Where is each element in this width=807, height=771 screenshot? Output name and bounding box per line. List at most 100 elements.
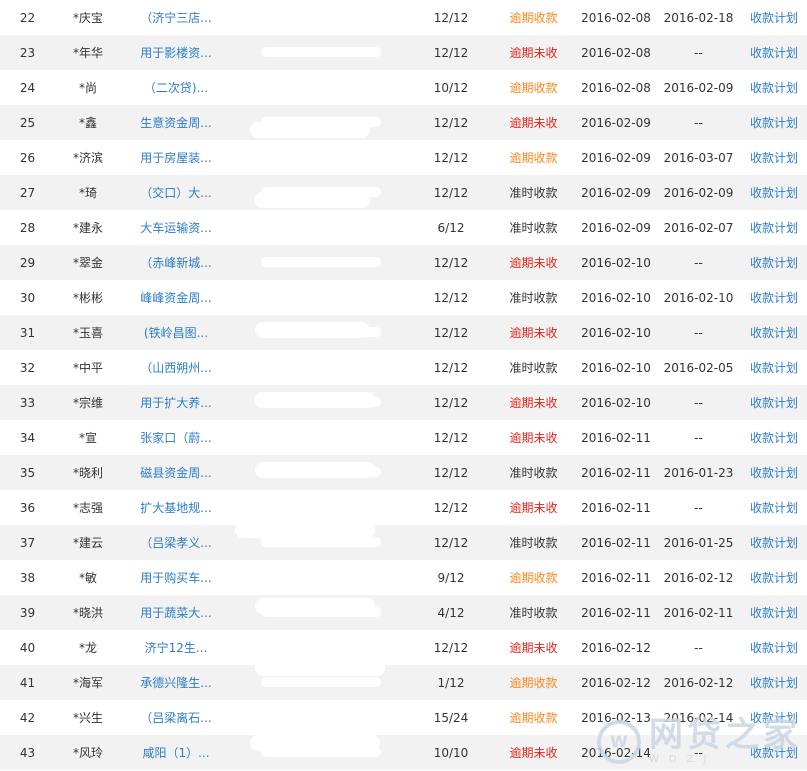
loan-purpose-link[interactable]: 用于影楼资... (140, 46, 211, 60)
due-date: 2016-02-11 (581, 570, 651, 585)
table-row: 27 *琦 （交口）大... 12/12 准时收款 2016-02-09 2016-02-0… (0, 175, 807, 210)
status: 逾期未收 (509, 396, 558, 410)
loan-purpose-cell: （交口）大... (121, 175, 231, 210)
due-date: 2016-02-10 (581, 290, 651, 305)
status: 逾期收款 (509, 81, 558, 95)
status: 逾期未收 (509, 326, 558, 340)
repayment-plan-link[interactable]: 收款计划 (750, 606, 798, 620)
period: 1/12 (437, 675, 465, 690)
loan-purpose-link[interactable]: 用于购买车... (140, 571, 211, 585)
loan-purpose-link[interactable]: 济宁12生... (145, 641, 208, 655)
period: 12/12 (433, 45, 469, 60)
table-row: 39 *晓洪 用于蔬菜大... 4/12 准时收款 2016-02-11 2016-02-1… (0, 595, 807, 630)
redaction (261, 361, 381, 372)
repayment-plan-link[interactable]: 收款计划 (750, 431, 798, 445)
loan-purpose-link[interactable]: 生意资金周... (140, 116, 211, 130)
loan-purpose-link[interactable]: 磁县资金周... (140, 466, 211, 480)
repayment-table: 22 *庆宝 （济宁三店... 12/12 逾期收款 2016-02-08 2016-02-… (0, 0, 807, 770)
repayment-plan-link[interactable]: 收款计划 (750, 466, 798, 480)
repayment-plan-link[interactable]: 收款计划 (750, 11, 798, 25)
loan-purpose-link[interactable]: 峰峰资金周... (140, 291, 211, 305)
amount-cell-redacted (231, 350, 411, 385)
loan-purpose-link[interactable]: （交口）大... (140, 186, 211, 200)
repayment-plan-link[interactable]: 收款计划 (750, 501, 798, 515)
repayment-plan-link[interactable]: 收款计划 (750, 291, 798, 305)
status: 准时收款 (509, 466, 558, 480)
redaction-scribble (250, 735, 380, 751)
status: 逾期收款 (509, 711, 558, 725)
loan-purpose-link[interactable]: 大车运输资... (140, 221, 211, 235)
loan-purpose-link[interactable]: （济宁三店... (140, 11, 211, 25)
repayment-plan-link[interactable]: 收款计划 (750, 571, 798, 585)
loan-purpose-link[interactable]: （吕梁孝义... (140, 536, 211, 550)
row-number: 42 (19, 710, 36, 725)
due-date: 2016-02-09 (581, 150, 651, 165)
amount-cell-redacted (231, 140, 411, 175)
repayment-plan-link[interactable]: 收款计划 (750, 326, 798, 340)
loan-purpose-cell: （二次贷)... (121, 70, 231, 105)
repayment-plan-link[interactable]: 收款计划 (750, 81, 798, 95)
loan-purpose-link[interactable]: （赤峰新城... (140, 256, 211, 270)
loan-purpose-link[interactable]: (铁岭昌图... (144, 326, 208, 340)
loan-purpose-link[interactable]: 张家口（蔚... (140, 431, 211, 445)
loan-purpose-link[interactable]: 用于蔬菜大... (140, 606, 211, 620)
loan-purpose-link[interactable]: 咸阳（1）... (142, 746, 209, 760)
borrower-name: *敏 (78, 571, 97, 585)
table-row: 29 *翠金 （赤峰新城... 12/12 逾期未收 2016-02-10 -- 收款计划 (0, 245, 807, 280)
due-date: 2016-02-08 (581, 10, 651, 25)
loan-purpose-cell: 张家口（蔚... (121, 420, 231, 455)
redaction-scribble (255, 462, 375, 478)
borrower-name: *志强 (72, 501, 103, 515)
repayment-plan-link[interactable]: 收款计划 (750, 396, 798, 410)
repayment-plan-link[interactable]: 收款计划 (750, 221, 798, 235)
row-number: 23 (19, 45, 36, 60)
table-row: 43 *风玲 咸阳（1）... 10/10 逾期未收 2016-02-14 -- 收款计划 (0, 735, 807, 770)
due-date: 2016-02-14 (581, 745, 651, 760)
table-body: 22 *庆宝 （济宁三店... 12/12 逾期收款 2016-02-08 2016-02-… (0, 0, 807, 770)
loan-purpose-link[interactable]: （二次贷)... (144, 81, 208, 95)
loan-purpose-link[interactable]: 扩大基地规... (140, 501, 211, 515)
loan-purpose-link[interactable]: （山西朔州... (140, 361, 211, 375)
paid-date: -- (694, 325, 703, 340)
repayment-plan-link[interactable]: 收款计划 (750, 256, 798, 270)
row-number: 30 (19, 290, 36, 305)
row-number: 31 (19, 325, 36, 340)
plan-cell: 收款计划 (741, 700, 807, 735)
repayment-plan-link[interactable]: 收款计划 (750, 116, 798, 130)
redaction (261, 46, 381, 57)
amount-cell-redacted (231, 490, 411, 525)
repayment-plan-link[interactable]: 收款计划 (750, 361, 798, 375)
repayment-plan-link[interactable]: 收款计划 (750, 641, 798, 655)
borrower-name: *玉喜 (72, 326, 103, 340)
loan-purpose-link[interactable]: 用于扩大养... (140, 396, 211, 410)
period: 10/12 (433, 80, 469, 95)
repayment-plan-link[interactable]: 收款计划 (750, 711, 798, 725)
paid-date: -- (694, 115, 703, 130)
repayment-plan-link[interactable]: 收款计划 (750, 746, 798, 760)
row-number: 24 (19, 80, 36, 95)
paid-date: 2016-02-09 (663, 185, 734, 200)
repayment-plan-link[interactable]: 收款计划 (750, 676, 798, 690)
redaction (261, 256, 381, 267)
loan-purpose-link[interactable]: 用于房屋装... (140, 151, 211, 165)
due-date: 2016-02-10 (581, 360, 651, 375)
loan-purpose-cell: 用于房屋装... (121, 140, 231, 175)
period: 12/12 (433, 185, 469, 200)
loan-purpose-link[interactable]: （吕梁离石... (140, 711, 211, 725)
status: 逾期未收 (509, 746, 558, 760)
period: 12/12 (433, 430, 469, 445)
repayment-plan-link[interactable]: 收款计划 (750, 536, 798, 550)
loan-purpose-link[interactable]: 承德兴隆生... (140, 676, 211, 690)
loan-purpose-cell: （赤峰新城... (121, 245, 231, 280)
paid-date: -- (694, 745, 703, 760)
repayment-plan-link[interactable]: 收款计划 (750, 151, 798, 165)
period: 15/24 (433, 710, 469, 725)
redaction-scribble (255, 322, 370, 338)
loan-purpose-cell: （吕梁离石... (121, 700, 231, 735)
borrower-name: *琦 (78, 186, 97, 200)
amount-cell-redacted (231, 210, 411, 245)
repayment-plan-link[interactable]: 收款计划 (750, 46, 798, 60)
borrower-name: *翠金 (72, 256, 103, 270)
repayment-plan-link[interactable]: 收款计划 (750, 186, 798, 200)
paid-date: 2016-02-07 (663, 220, 734, 235)
